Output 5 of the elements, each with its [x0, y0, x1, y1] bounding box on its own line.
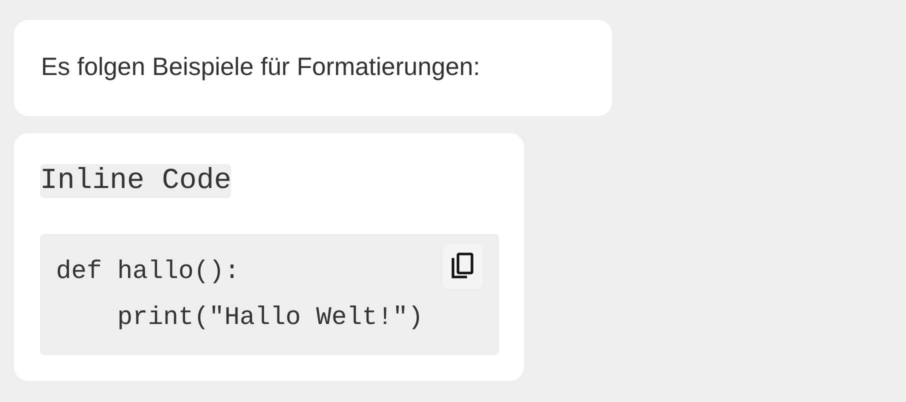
copy-button[interactable] — [443, 244, 483, 289]
copy-icon — [450, 252, 476, 282]
message-text: Es folgen Beispiele für Formatierungen: — [41, 52, 480, 84]
inline-code: Inline Code — [40, 164, 232, 198]
code-text: def hallo(): print("Hallo Welt!") — [56, 256, 424, 334]
